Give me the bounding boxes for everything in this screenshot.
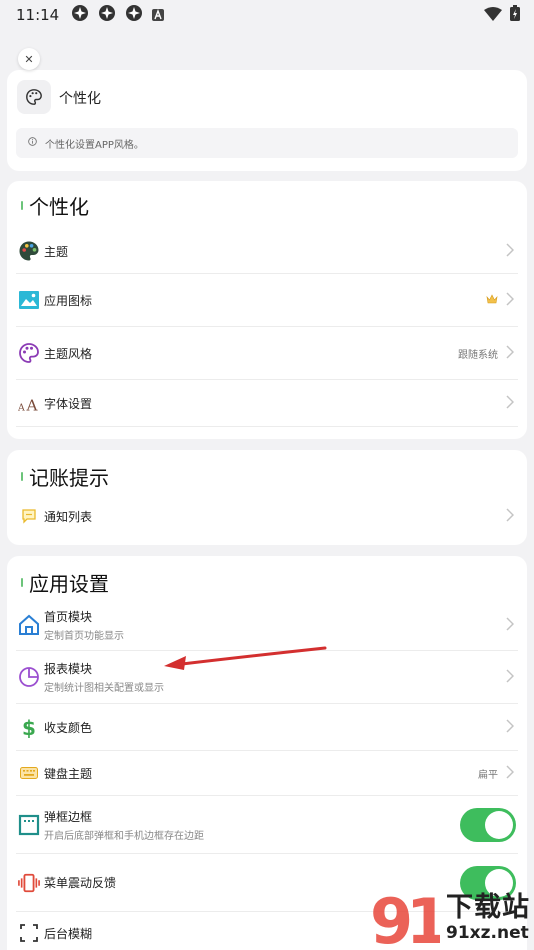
app-notification-icon: [71, 4, 89, 26]
setting-subtitle: 开启后底部弹框和手机边框存在边距: [44, 830, 204, 842]
svg-text:$: $: [22, 716, 36, 738]
palette-outline-icon: [18, 342, 40, 364]
setting-subtitle: 定制首页功能显示: [44, 631, 124, 642]
setting-row-notification-list[interactable]: 通知列表: [16, 496, 518, 536]
setting-label: 首页模块: [44, 610, 93, 624]
setting-label: 主题风格: [44, 346, 93, 361]
battery-icon: [510, 5, 520, 25]
section-title: 应用设置: [21, 568, 109, 597]
chevron-right-icon: [506, 291, 515, 309]
setting-label: 应用图标: [44, 293, 93, 308]
svg-text:1: 1: [406, 888, 440, 948]
home-icon: [18, 614, 40, 636]
close-icon: ✕: [24, 52, 34, 66]
font-size-icon: AA: [18, 392, 40, 414]
crown-icon: [486, 293, 498, 307]
close-button[interactable]: ✕: [18, 48, 40, 70]
setting-label: 收支颜色: [44, 720, 93, 735]
keyboard-icon: [18, 762, 40, 784]
chevron-right-icon: [506, 394, 515, 412]
setting-row-keyboard-theme[interactable]: 键盘主题 扁平: [16, 751, 518, 796]
setting-label: 字体设置: [44, 396, 93, 411]
wifi-icon: [484, 6, 502, 25]
pie-chart-icon: [18, 666, 40, 688]
watermark-text: 下载站: [446, 892, 530, 923]
page-title: 个性化: [59, 91, 101, 107]
header-card: 个性化 个性化设置APP风格。: [7, 70, 527, 171]
watermark: 9 1 下载站 91xz.net: [370, 888, 530, 948]
setting-label: 弹框边框: [44, 809, 93, 824]
blur-icon: [18, 922, 40, 944]
chevron-right-icon: [506, 764, 515, 782]
section-title: 个性化: [21, 191, 89, 220]
setting-label: 主题: [44, 244, 69, 259]
palette-icon: [18, 240, 40, 262]
app-notification-icon: [98, 4, 116, 26]
dollar-icon: $: [18, 716, 40, 738]
setting-label: 通知列表: [44, 509, 93, 524]
image-icon: [18, 289, 40, 311]
setting-value: 扁平: [478, 769, 498, 781]
watermark-logo-icon: 9 1: [370, 888, 440, 948]
status-time: 11:14: [16, 6, 60, 24]
status-bar: 11:14: [0, 0, 534, 30]
app-badge-icon: [152, 6, 165, 25]
setting-row-report-module[interactable]: 报表模块 定制统计图相关配置或显示: [16, 651, 518, 704]
svg-text:A: A: [18, 403, 25, 414]
app-notification-icon: [125, 4, 143, 26]
info-icon: [28, 137, 37, 149]
section-title: 记账提示: [21, 462, 109, 491]
tip-banner: 个性化设置APP风格。: [16, 128, 518, 158]
setting-row-home-module[interactable]: 首页模块 定制首页功能显示: [16, 600, 518, 651]
message-icon: [18, 505, 40, 527]
setting-row-theme[interactable]: 主题: [16, 229, 518, 274]
chevron-right-icon: [506, 668, 515, 686]
watermark-site: 91xz.net: [446, 923, 529, 943]
setting-row-app-icon[interactable]: 应用图标: [16, 274, 518, 327]
dialog-border-toggle[interactable]: [460, 807, 516, 842]
palette-icon: [17, 80, 51, 114]
setting-row-dialog-border[interactable]: 弹框边框 开启后底部弹框和手机边框存在边距: [16, 796, 518, 854]
section-accounting-tips: 记账提示 通知列表: [7, 450, 527, 545]
setting-label: 后台模糊: [44, 926, 93, 941]
chevron-right-icon: [506, 616, 515, 634]
setting-row-font[interactable]: AA 字体设置: [16, 380, 518, 427]
setting-label: 菜单震动反馈: [44, 876, 117, 890]
chevron-right-icon: [506, 344, 515, 362]
svg-text:A: A: [25, 397, 38, 414]
setting-value: 跟随系统: [458, 349, 498, 361]
setting-row-income-expense-color[interactable]: $ 收支颜色: [16, 704, 518, 751]
setting-subtitle: 定制统计图相关配置或显示: [44, 683, 164, 694]
setting-label: 报表模块: [44, 662, 93, 676]
setting-label: 键盘主题: [44, 766, 93, 781]
section-personalize: 个性化 主题 应用图标 主题风格 跟随系统 AA 字体设置: [7, 181, 527, 439]
chevron-right-icon: [506, 242, 515, 260]
vibrate-icon: [18, 872, 40, 894]
chevron-right-icon: [506, 507, 515, 525]
setting-row-theme-style[interactable]: 主题风格 跟随系统: [16, 327, 518, 380]
tip-text: 个性化设置APP风格。: [45, 139, 144, 151]
frame-icon: [18, 814, 40, 836]
chevron-right-icon: [506, 718, 515, 736]
